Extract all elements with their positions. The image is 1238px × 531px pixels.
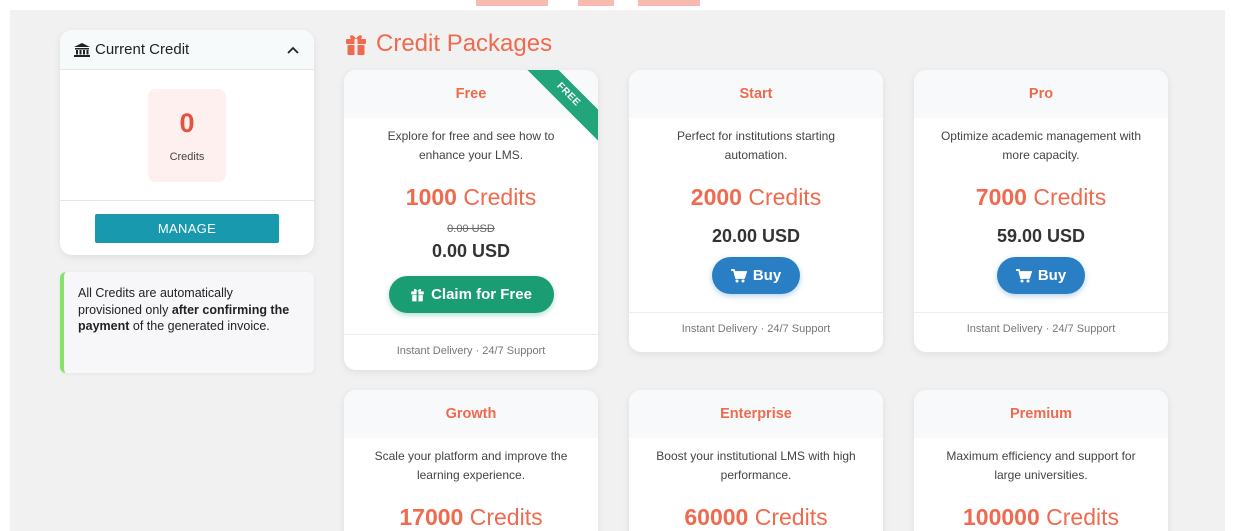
current-credit-body: 0 Credits [60, 70, 314, 200]
credit-balance-value: 0 [179, 107, 195, 138]
package-credits-unit: Credits [469, 504, 543, 530]
package-credits-amount: 17000 [399, 504, 464, 530]
buy-button-start[interactable]: Buy [712, 257, 800, 294]
package-credits-unit: Credits [1033, 184, 1107, 210]
section-title-text: Credit Packages [376, 30, 553, 57]
package-name: Start [629, 70, 883, 118]
package-name: Growth [344, 390, 598, 438]
package-footer: Instant Delivery · 24/7 Support [344, 334, 598, 368]
gift-icon [346, 35, 366, 55]
claim-button-label: Claim for Free [431, 286, 532, 303]
package-description: Perfect for institutions starting automa… [676, 129, 836, 162]
package-description: Explore for free and see how to enhance … [387, 129, 555, 162]
package-credits-amount: 100000 [963, 504, 1040, 530]
package-card-free: FREE Free Explore for free and see how t… [344, 70, 598, 370]
package-name: Pro [914, 70, 1168, 118]
package-description: Boost your institutional LMS with high p… [656, 449, 856, 482]
buy-button-label: Buy [752, 267, 782, 284]
package-name: Enterprise [629, 390, 883, 438]
package-credits-unit: Credits [1046, 504, 1119, 530]
package-credits-amount: 60000 [684, 504, 749, 530]
current-credit-title: Current Credit [95, 41, 190, 58]
package-price: 59.00 USD [996, 226, 1086, 246]
package-credits-amount: 7000 [975, 184, 1027, 210]
package-card-enterprise: Enterprise Boost your institutional LMS … [629, 390, 883, 531]
package-name: Premium [914, 390, 1168, 438]
bank-icon [74, 42, 90, 57]
package-credits: 17000 Credits [344, 504, 598, 531]
package-price: 20.00 USD [711, 226, 801, 246]
chevron-up-icon[interactable] [286, 45, 300, 55]
package-credits-amount: 2000 [690, 184, 742, 210]
package-old-price: 0.00 USD [447, 223, 495, 235]
package-credits-unit: Credits [463, 184, 537, 210]
current-credit-header[interactable]: Current Credit [60, 30, 314, 70]
package-description: Scale your platform and improve the lear… [374, 449, 568, 482]
claim-for-free-button[interactable]: Claim for Free [388, 276, 554, 313]
credit-balance-box: 0 Credits [148, 88, 226, 182]
package-card-start: Start Perfect for institutions starting … [629, 70, 883, 352]
package-footer: Instant Delivery · 24/7 Support [629, 312, 883, 346]
package-credits: 100000 Credits [914, 504, 1168, 531]
current-credit-footer: MANAGE [60, 200, 314, 255]
provisioning-note: All Credits are automatically provisione… [60, 272, 314, 373]
current-credit-card: Current Credit 0 Credits MANAGE [60, 30, 314, 255]
note-text-2: of the generated invoice. [129, 319, 270, 333]
package-credits: 7000 Credits [914, 184, 1168, 211]
package-credits-unit: Credits [754, 504, 828, 530]
cart-icon [730, 268, 747, 282]
buy-button-pro[interactable]: Buy [997, 257, 1085, 294]
package-card-pro: Pro Optimize academic management with mo… [914, 70, 1168, 352]
package-credits-amount: 1000 [405, 184, 457, 210]
cart-icon [1015, 268, 1032, 282]
package-credits: 2000 Credits [629, 184, 883, 211]
package-description: Maximum efficiency and support for large… [946, 449, 1136, 482]
gift-icon [411, 289, 424, 302]
package-credits: 1000 Credits [344, 184, 598, 211]
package-footer: Instant Delivery · 24/7 Support [914, 312, 1168, 346]
top-strip [0, 0, 1238, 10]
package-card-premium: Premium Maximum efficiency and support f… [914, 390, 1168, 531]
package-credits: 60000 Credits [629, 504, 883, 531]
package-credits-unit: Credits [748, 184, 822, 210]
credit-packages-title: Credit Packages [344, 30, 552, 58]
manage-button[interactable]: MANAGE [95, 213, 279, 243]
page-background: Current Credit 0 Credits MANAGE All Cred… [10, 10, 1225, 531]
package-card-growth: Growth Scale your platform and improve t… [344, 390, 598, 531]
credit-balance-unit: Credits [169, 150, 205, 163]
package-price: 0.00 USD [431, 241, 511, 261]
buy-button-label: Buy [1037, 267, 1067, 284]
package-description: Optimize academic management with more c… [940, 129, 1142, 162]
